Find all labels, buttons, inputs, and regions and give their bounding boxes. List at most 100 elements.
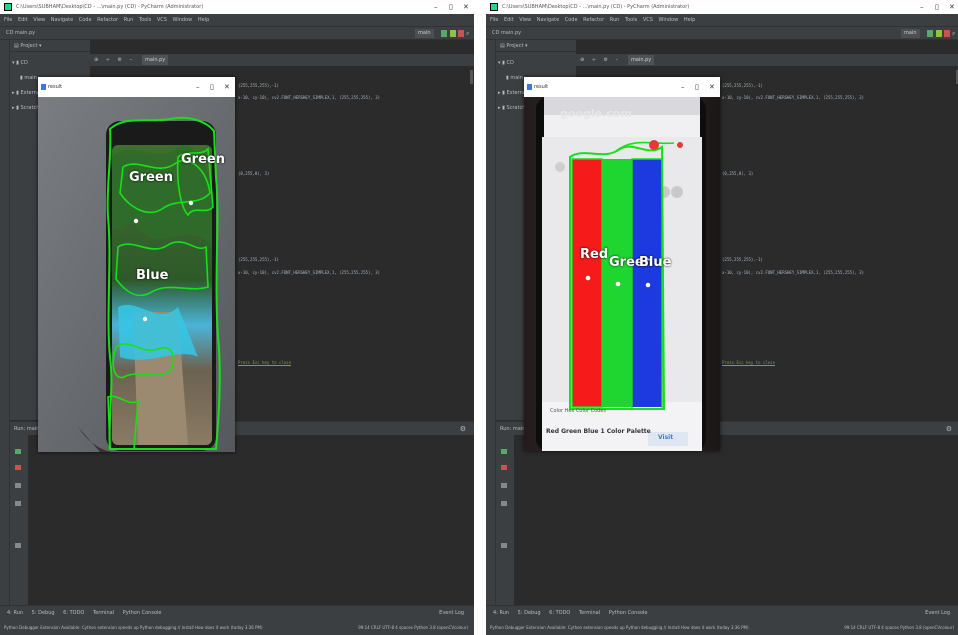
menu-edit[interactable]: Edit bbox=[18, 14, 28, 26]
tab-debug[interactable]: 5: Debug bbox=[518, 606, 541, 620]
tab-todo[interactable]: 6: TODO bbox=[549, 606, 570, 620]
wrap-icon[interactable] bbox=[15, 501, 21, 506]
scroll-icon[interactable] bbox=[501, 483, 507, 488]
navigation-bar: CD main.py main ⌕ bbox=[486, 26, 958, 40]
search-icon[interactable]: ⌕ bbox=[466, 30, 472, 37]
menu-view[interactable]: View bbox=[33, 14, 45, 26]
run-console[interactable] bbox=[28, 435, 474, 605]
minimize-icon[interactable]: – bbox=[681, 77, 685, 97]
debug-icon[interactable] bbox=[936, 30, 942, 37]
event-log-button[interactable]: Event Log bbox=[925, 606, 950, 620]
status-message[interactable]: Python Debugger Extension Available: Cyt… bbox=[4, 620, 263, 635]
breadcrumb[interactable]: CD main.py bbox=[492, 27, 521, 40]
maximize-icon[interactable]: ▯ bbox=[449, 0, 453, 14]
rerun-icon[interactable] bbox=[15, 449, 21, 454]
debug-icon[interactable] bbox=[450, 30, 456, 37]
menu-code[interactable]: Code bbox=[565, 14, 578, 26]
minimize-icon[interactable]: – bbox=[434, 0, 438, 14]
close-icon[interactable]: ✕ bbox=[463, 0, 469, 14]
event-log-button[interactable]: Event Log bbox=[439, 606, 464, 620]
scroll-icon[interactable] bbox=[15, 483, 21, 488]
menu-refactor[interactable]: Refactor bbox=[97, 14, 118, 26]
bottom-tool-tabs: 4: Run 5: Debug 6: TODO Terminal Python … bbox=[486, 605, 958, 620]
menu-help[interactable]: Help bbox=[684, 14, 695, 26]
tab-todo[interactable]: 6: TODO bbox=[63, 606, 84, 620]
maximize-icon[interactable]: ▯ bbox=[210, 77, 214, 97]
color-label-blue: Blue bbox=[136, 268, 169, 283]
editor-scrollbar[interactable] bbox=[470, 70, 473, 84]
menu-tools[interactable]: Tools bbox=[625, 14, 637, 26]
menu-file[interactable]: File bbox=[4, 14, 12, 26]
minimize-icon[interactable]: – bbox=[196, 77, 200, 97]
tab-debug[interactable]: 5: Debug bbox=[32, 606, 55, 620]
minimize-icon[interactable]: – bbox=[920, 0, 924, 14]
editor-tab-main[interactable]: main.py bbox=[142, 55, 169, 65]
menu-navigate[interactable]: Navigate bbox=[537, 14, 559, 26]
menu-help[interactable]: Help bbox=[198, 14, 209, 26]
menu-navigate[interactable]: Navigate bbox=[51, 14, 73, 26]
gear-icon[interactable]: ⚙ bbox=[460, 422, 466, 436]
run-tool-strip bbox=[10, 435, 28, 605]
tab-python-console[interactable]: Python Console bbox=[123, 606, 162, 620]
tab-terminal[interactable]: Terminal bbox=[93, 606, 114, 620]
tab-run[interactable]: 4: Run bbox=[493, 606, 509, 620]
tree-item-root[interactable]: ▾ ▮ CD bbox=[12, 56, 45, 71]
menu-edit[interactable]: Edit bbox=[504, 14, 514, 26]
tab-python-console[interactable]: Python Console bbox=[609, 606, 648, 620]
menu-window[interactable]: Window bbox=[173, 14, 193, 26]
stop-run-icon[interactable] bbox=[15, 465, 21, 470]
menu-view[interactable]: View bbox=[519, 14, 531, 26]
run-config-selector[interactable]: main bbox=[901, 29, 920, 38]
ide-titlebar: C:\Users\SUBHAM\Desktop\CD - ...\main.py… bbox=[486, 0, 958, 14]
close-icon[interactable]: ✕ bbox=[709, 77, 715, 97]
tab-run[interactable]: 4: Run bbox=[7, 606, 23, 620]
menu-vcs[interactable]: VCS bbox=[157, 14, 167, 26]
status-info[interactable]: 99:14 CRLF UTF-8 4 spaces Python 3.8 (op… bbox=[358, 620, 468, 635]
editor-toolbar-icons[interactable]: ⊕ ÷ ⚙ – bbox=[94, 54, 135, 66]
color-label-blue: Blue bbox=[639, 255, 672, 270]
menu-run[interactable]: Run bbox=[610, 14, 620, 26]
menu-vcs[interactable]: VCS bbox=[643, 14, 653, 26]
stop-icon[interactable] bbox=[458, 30, 464, 37]
code-line: (0,255,0), 3) bbox=[238, 171, 270, 176]
result-window-titlebar[interactable]: result – ▯ ✕ bbox=[524, 77, 720, 97]
rerun-icon[interactable] bbox=[501, 449, 507, 454]
tree-item-root[interactable]: ▾ ▮ CD bbox=[498, 56, 531, 71]
gear-icon[interactable]: ⚙ bbox=[946, 422, 952, 436]
menu-file[interactable]: File bbox=[490, 14, 498, 26]
result-window-titlebar[interactable]: result – ▯ ✕ bbox=[38, 77, 235, 97]
tab-terminal[interactable]: Terminal bbox=[579, 606, 600, 620]
bottom-tool-tabs: 4: Run 5: Debug 6: TODO Terminal Python … bbox=[0, 605, 474, 620]
menu-window[interactable]: Window bbox=[659, 14, 679, 26]
run-icon[interactable] bbox=[927, 30, 933, 37]
status-message[interactable]: Python Debugger Extension Available: Cyt… bbox=[490, 620, 749, 635]
run-icon[interactable] bbox=[441, 30, 447, 37]
editor-toolbar-icons[interactable]: ⊕ ÷ ⚙ – bbox=[580, 54, 621, 66]
project-panel-header[interactable]: ▤ Project ▾ bbox=[496, 40, 576, 52]
project-panel-header[interactable]: ▤ Project ▾ bbox=[10, 40, 90, 52]
ide-title: C:\Users\SUBHAM\Desktop\CD - ...\main.py… bbox=[502, 4, 690, 10]
breadcrumb[interactable]: CD main.py bbox=[6, 27, 35, 40]
wrap-icon[interactable] bbox=[501, 501, 507, 506]
stop-icon[interactable] bbox=[944, 30, 950, 37]
menu-tools[interactable]: Tools bbox=[139, 14, 151, 26]
search-icon[interactable]: ⌕ bbox=[952, 30, 958, 37]
menu-code[interactable]: Code bbox=[79, 14, 92, 26]
menu-run[interactable]: Run bbox=[124, 14, 134, 26]
close-icon[interactable]: ✕ bbox=[949, 0, 955, 14]
result-window[interactable]: result – ▯ ✕ bbox=[38, 77, 235, 452]
code-line: (0,255,0), 3) bbox=[722, 171, 754, 176]
maximize-icon[interactable]: ▯ bbox=[935, 0, 939, 14]
maximize-icon[interactable]: ▯ bbox=[695, 77, 699, 97]
run-config-selector[interactable]: main bbox=[415, 29, 434, 38]
close-icon[interactable]: ✕ bbox=[224, 77, 230, 97]
status-info[interactable]: 99:14 CRLF UTF-8 4 spaces Python 3.8 (op… bbox=[844, 620, 954, 635]
print-icon[interactable] bbox=[501, 543, 507, 548]
editor-tab-main[interactable]: main.py bbox=[628, 55, 655, 65]
result-window[interactable]: result – ▯ ✕ bbox=[524, 77, 720, 451]
left-tool-strip bbox=[486, 40, 496, 605]
print-icon[interactable] bbox=[15, 543, 21, 548]
stop-run-icon[interactable] bbox=[501, 465, 507, 470]
menu-refactor[interactable]: Refactor bbox=[583, 14, 604, 26]
run-console[interactable] bbox=[514, 435, 958, 605]
